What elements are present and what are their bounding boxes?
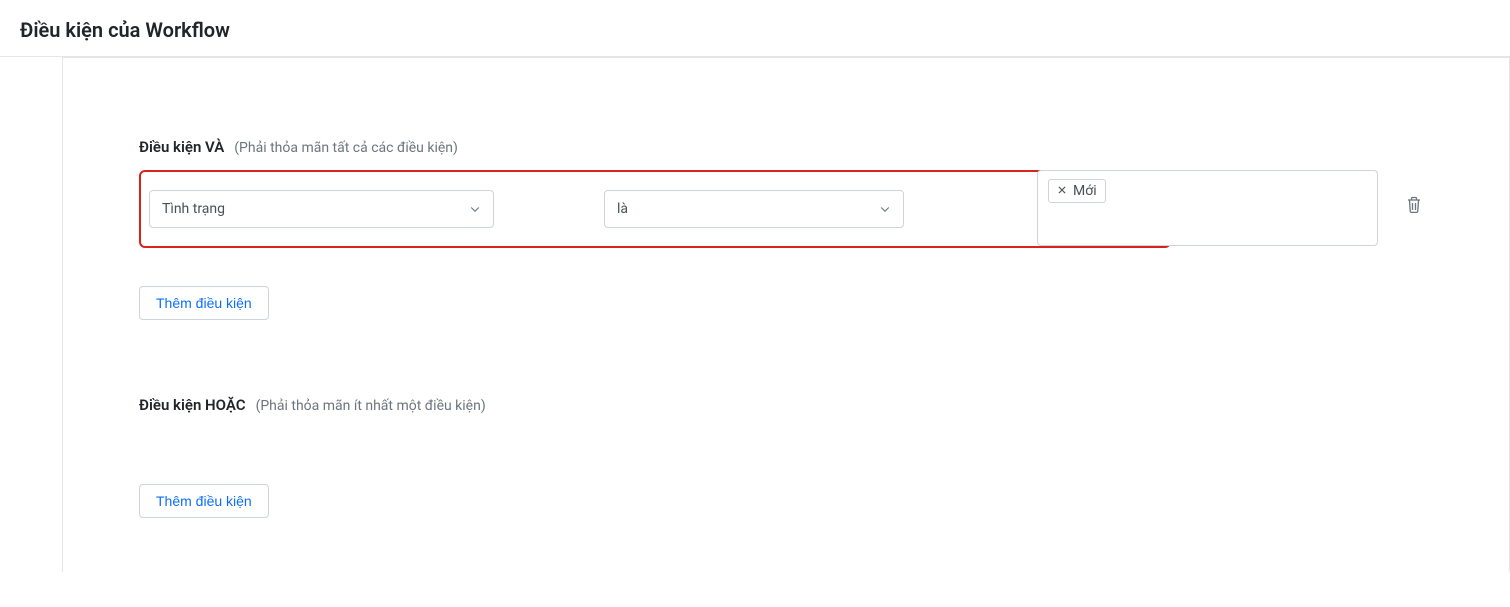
value-tag-label: Mới: [1073, 183, 1097, 199]
close-icon[interactable]: [1057, 185, 1067, 198]
or-title: Điều kiện HOẶC: [139, 396, 246, 414]
add-or-condition-button[interactable]: Thêm điều kiện: [139, 484, 269, 518]
and-heading: Điều kiện VÀ (Phải thỏa mãn tất cả các đ…: [139, 138, 1433, 156]
value-multiselect[interactable]: Mới: [1037, 170, 1378, 246]
add-and-condition-button[interactable]: Thêm điều kiện: [139, 286, 269, 320]
trash-icon: [1406, 196, 1422, 218]
and-section: Điều kiện VÀ (Phải thỏa mãn tất cả các đ…: [139, 138, 1433, 320]
operator-select[interactable]: là: [604, 190, 904, 228]
or-section: Điều kiện HOẶC (Phải thỏa mãn ít nhất mộ…: [139, 396, 1433, 518]
chevron-down-icon: [469, 203, 481, 215]
field-select-value: Tình trạng: [162, 201, 225, 217]
conditions-panel: Điều kiện VÀ (Phải thỏa mãn tất cả các đ…: [62, 57, 1510, 572]
field-select[interactable]: Tình trạng: [149, 190, 494, 228]
delete-condition-button[interactable]: [1396, 188, 1433, 226]
condition-highlight: Tình trạng là: [139, 170, 1171, 248]
and-subtitle: (Phải thỏa mãn tất cả các điều kiện): [234, 140, 458, 156]
and-title: Điều kiện VÀ: [139, 138, 224, 156]
operator-select-value: là: [617, 201, 628, 217]
or-heading: Điều kiện HOẶC (Phải thỏa mãn ít nhất mộ…: [139, 396, 1433, 414]
value-tag: Mới: [1048, 179, 1106, 203]
condition-row: Tình trạng là: [139, 170, 1433, 248]
chevron-down-icon: [879, 203, 891, 215]
page-title: Điều kiện của Workflow: [0, 0, 1510, 57]
or-subtitle: (Phải thỏa mãn ít nhất một điều kiện): [256, 398, 486, 414]
